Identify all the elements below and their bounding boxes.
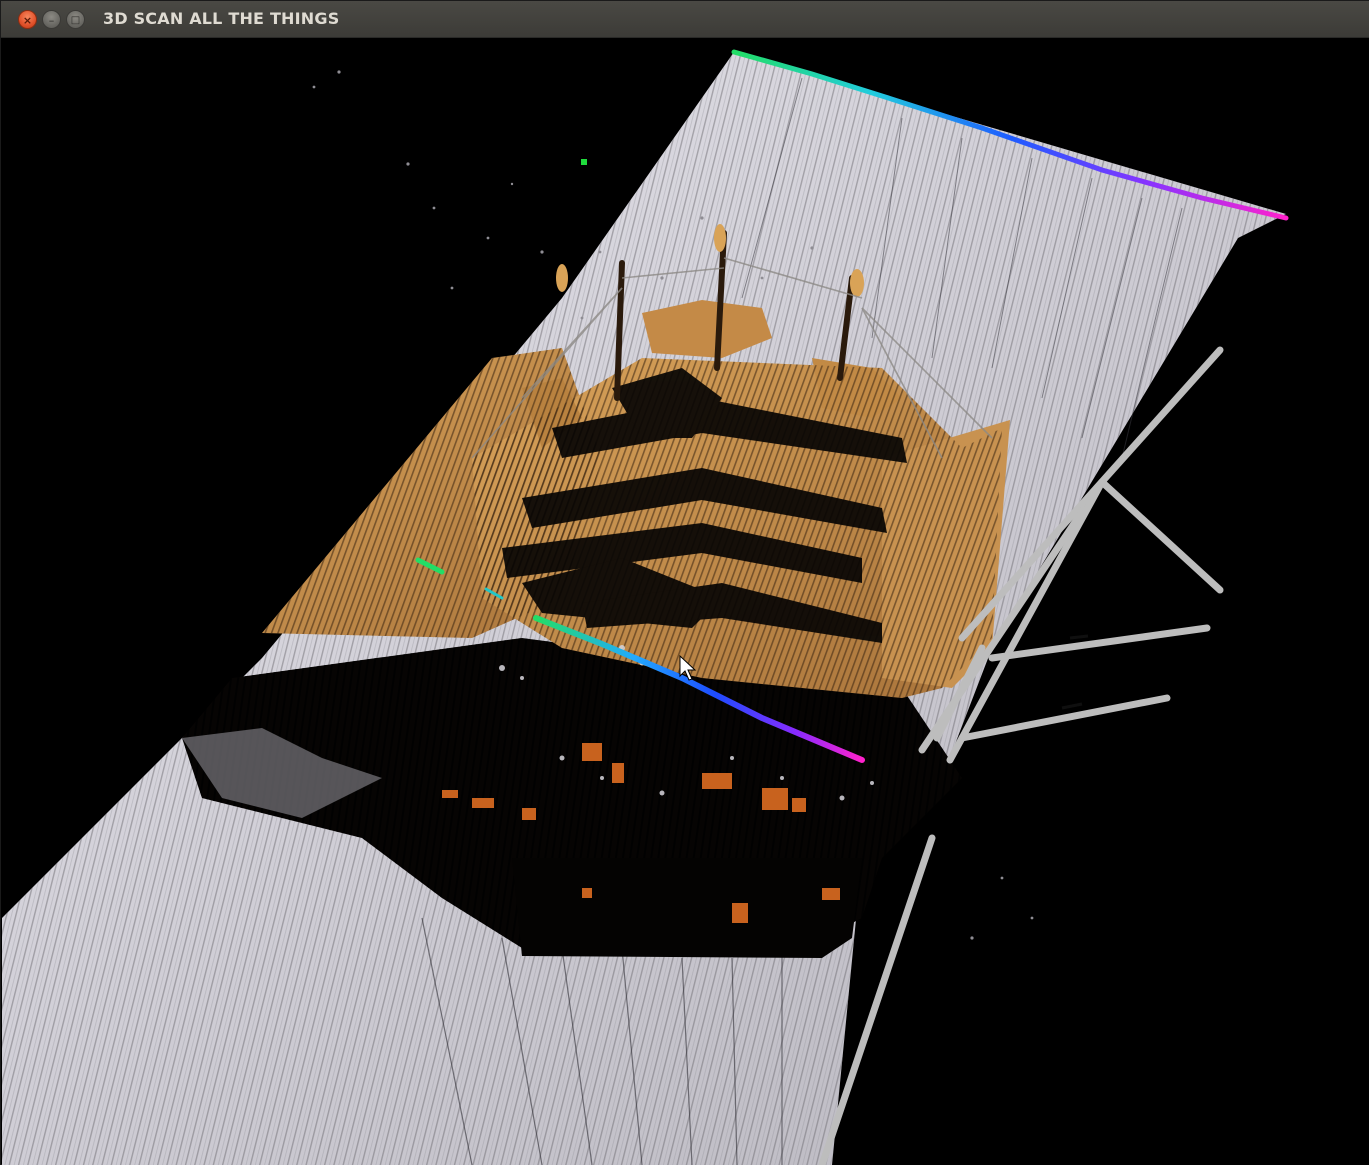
- maximize-icon: □: [70, 15, 81, 26]
- title-bar[interactable]: × – □ 3D SCAN ALL THE THINGS: [1, 1, 1369, 38]
- minimize-icon: –: [48, 14, 55, 27]
- app-window: × – □ 3D SCAN ALL THE THINGS: [0, 0, 1369, 1165]
- close-button[interactable]: ×: [18, 10, 37, 29]
- green-marker-point: [581, 159, 587, 165]
- window-title: 3D SCAN ALL THE THINGS: [103, 9, 340, 28]
- maximize-button[interactable]: □: [66, 10, 85, 29]
- close-icon: ×: [22, 14, 33, 27]
- point-cloud-canvas[interactable]: [2, 38, 1369, 1165]
- point-cloud-viewport[interactable]: [2, 38, 1369, 1165]
- minimize-button[interactable]: –: [42, 10, 61, 29]
